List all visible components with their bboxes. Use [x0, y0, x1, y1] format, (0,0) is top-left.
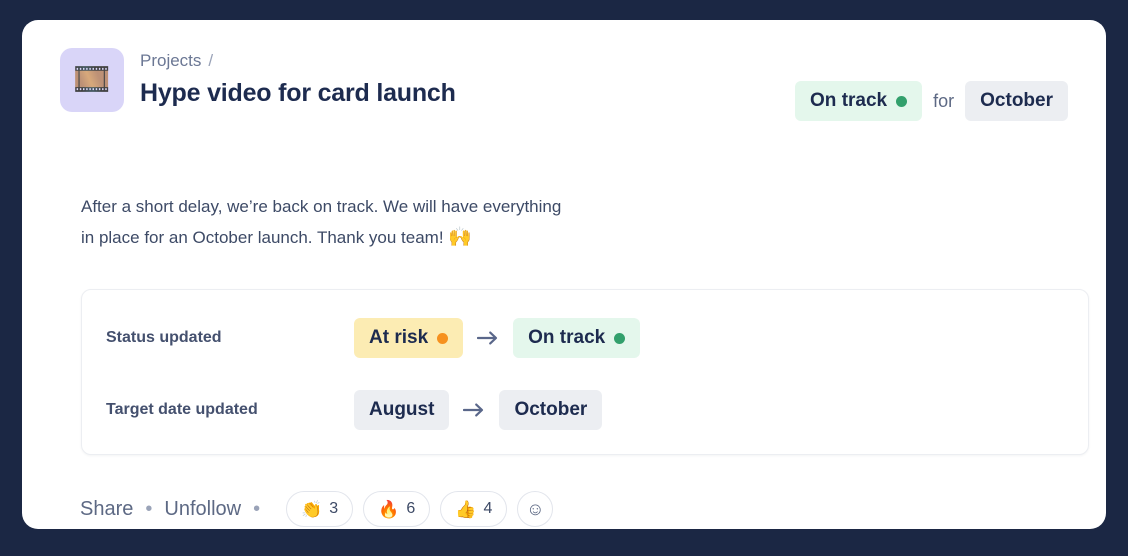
fire-reaction-button[interactable]: 🔥 6 [363, 491, 431, 527]
header-status-group: On track for October [795, 81, 1068, 121]
update-body-line-1: After a short delay, we’re back on track… [81, 197, 562, 216]
breadcrumb-separator: / [208, 51, 214, 70]
header-identity: 🎞️ Projects / Hype video for card launch [60, 48, 456, 112]
screen-backdrop: 🎞️ Projects / Hype video for card launch … [0, 0, 1128, 556]
change-from-label: At risk [369, 327, 429, 348]
breadcrumb: Projects / [140, 50, 456, 72]
orange-dot-icon [437, 332, 449, 344]
clap-reaction-count: 3 [329, 500, 339, 517]
thumbs-up-reaction-count: 4 [483, 500, 493, 517]
smiley-face-icon: ☺ [526, 498, 545, 519]
status-badge[interactable]: On track [795, 81, 923, 121]
title-block: Projects / Hype video for card launch [140, 48, 456, 108]
fire-reaction-count: 6 [406, 500, 416, 517]
raising-hands-icon: 🙌 [448, 227, 472, 248]
change-row-values: At risk On track [354, 318, 641, 358]
status-badge-label: On track [810, 90, 888, 111]
change-from-badge: At risk [354, 318, 464, 358]
change-row-label: Target date updated [106, 401, 258, 418]
thumbs-up-icon: 👍 [455, 499, 477, 519]
breadcrumb-item-projects[interactable]: Projects [140, 51, 201, 70]
status-connector-label: for [933, 90, 955, 111]
card-footer: Share • Unfollow • 👏 3 🔥 6 👍 4 ☺ [80, 491, 554, 527]
update-body-line-2: in place for an October launch. Thank yo… [81, 228, 444, 247]
change-from-badge: August [354, 390, 450, 430]
change-row-status: Status updated At risk On track [82, 316, 1088, 360]
arrow-right-icon [461, 397, 487, 423]
page-title: Hype video for card launch [140, 79, 456, 107]
fire-icon: 🔥 [378, 499, 400, 519]
change-row-target-date: Target date updated August October [82, 388, 1088, 432]
clap-reaction-button[interactable]: 👏 3 [286, 491, 354, 527]
green-dot-icon [614, 332, 626, 344]
changes-panel: Status updated At risk On track Target d… [81, 289, 1089, 455]
target-date-badge[interactable]: October [965, 81, 1068, 121]
unfollow-button[interactable]: Unfollow [164, 498, 241, 521]
add-reaction-button[interactable]: ☺ [517, 491, 554, 527]
status-update-card: 🎞️ Projects / Hype video for card launch … [22, 20, 1106, 529]
change-to-label: On track [528, 327, 606, 348]
footer-separator: • [253, 497, 261, 520]
change-to-badge: October [499, 390, 603, 430]
thumbs-up-reaction-button[interactable]: 👍 4 [440, 491, 508, 527]
green-dot-icon [896, 95, 908, 107]
arrow-right-icon [475, 325, 501, 351]
change-row-label: Status updated [106, 329, 222, 346]
update-body: After a short delay, we’re back on track… [81, 191, 701, 253]
reactions-group: 👏 3 🔥 6 👍 4 ☺ [286, 491, 554, 527]
change-row-values: August October [354, 390, 603, 430]
card-header: 🎞️ Projects / Hype video for card launch … [60, 48, 1068, 121]
share-button[interactable]: Share [80, 498, 133, 521]
footer-separator: • [145, 497, 153, 520]
clap-icon: 👏 [301, 499, 323, 519]
change-to-badge: On track [513, 318, 641, 358]
film-frames-icon: 🎞️ [60, 48, 124, 112]
